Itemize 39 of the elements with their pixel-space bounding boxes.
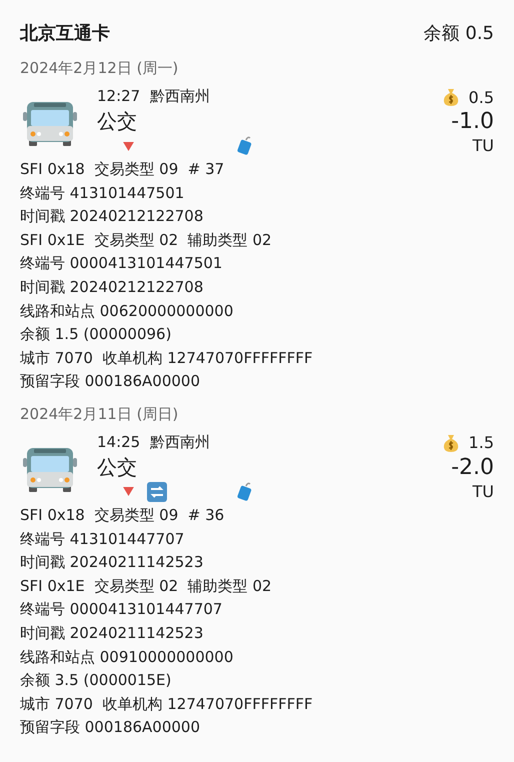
balance-after: 0.5 — [468, 88, 494, 106]
detail-line: 线路和站点 00620000000000 — [20, 300, 234, 322]
detail-line: 预留字段 000186A00000 — [20, 717, 202, 738]
trip-type: 公交 — [97, 108, 138, 135]
trip-amount: -2.0 — [451, 454, 494, 482]
trip-place: 黔西南州 — [150, 432, 210, 452]
trip-type: 公交 — [97, 454, 138, 481]
detail-line: 城市 7070 收单机构 12747070FFFFFFFF — [20, 694, 314, 715]
detail-line: SFI 0x1E 交易类型 02 辅助类型 02 — [20, 230, 273, 251]
detail-line: 预留字段 000186A00000 — [20, 371, 202, 392]
trip-place: 黔西南州 — [150, 86, 210, 106]
detail-line: 城市 7070 收单机构 12747070FFFFFFFF — [20, 348, 314, 369]
detail-line: 终端号 413101447707 — [20, 528, 186, 550]
detail-line: 终端号 0000413101447707 — [20, 599, 224, 620]
currency-unit: TU — [472, 136, 494, 157]
bus-icon — [22, 100, 78, 146]
detail-line: 终端号 413101447501 — [20, 182, 186, 204]
card-balance: 余额 0.5 — [424, 22, 494, 45]
trip-amount: -1.0 — [451, 108, 494, 136]
detail-line: SFI 0x1E 交易类型 02 辅助类型 02 — [20, 576, 273, 597]
trip-time: 14:25 — [97, 432, 140, 452]
detail-line: 时间戳 20240212122708 — [20, 206, 204, 228]
card-title: 北京互通卡 — [20, 22, 110, 45]
trip-time: 12:27 — [97, 86, 140, 106]
date-header: 2024年2月12日 (周一) — [20, 58, 180, 79]
detail-line: 余额 1.5 (00000096) — [20, 324, 172, 346]
balance-after: 1.5 — [468, 433, 494, 452]
date-header: 2024年2月11日 (周日) — [20, 404, 180, 425]
currency-unit: TU — [472, 482, 494, 503]
detail-line: 时间戳 20240212122708 — [20, 276, 204, 298]
detail-line: 线路和站点 00910000000000 — [20, 646, 234, 668]
bus-icon — [22, 446, 78, 492]
detail-line: 余额 3.5 (0000015E) — [20, 670, 172, 692]
detail-line: 时间戳 20240211142523 — [20, 552, 204, 574]
transfer-icon — [147, 482, 167, 502]
detail-line: SFI 0x18 交易类型 09 # 37 — [20, 159, 226, 180]
detail-line: 终端号 0000413101447501 — [20, 253, 224, 274]
detail-line: 时间戳 20240211142523 — [20, 622, 204, 644]
detail-line: SFI 0x18 交易类型 09 # 36 — [20, 504, 226, 526]
